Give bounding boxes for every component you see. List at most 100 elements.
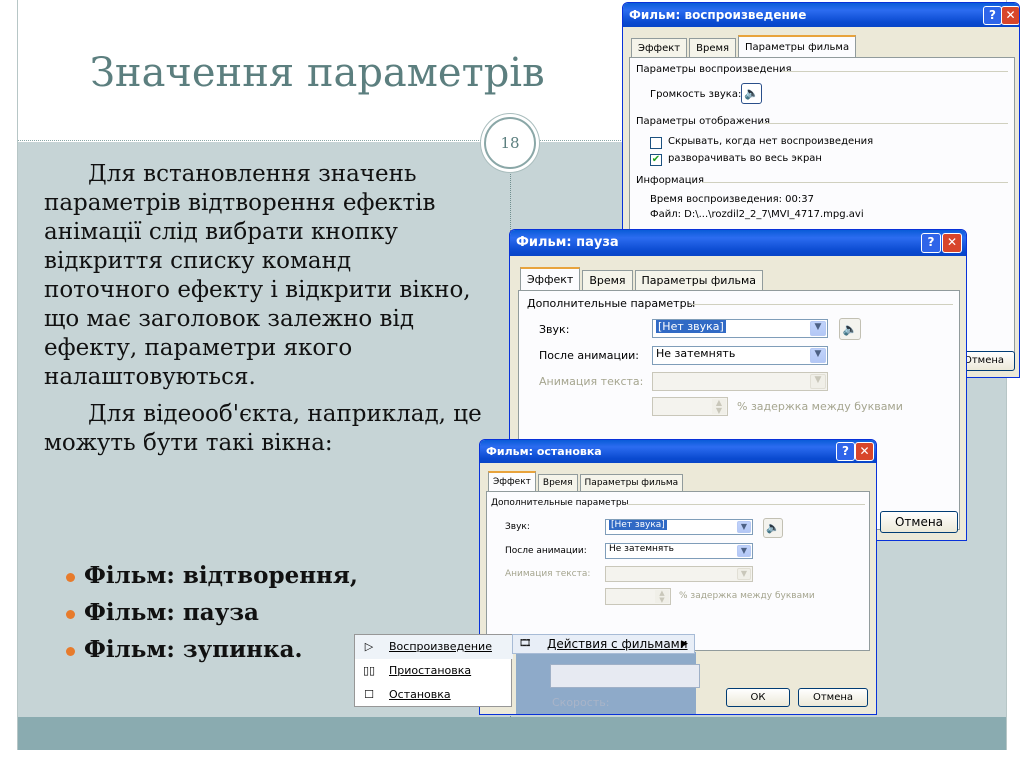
delay-label: % задержка между буквами: [737, 400, 903, 413]
tab-movie-settings[interactable]: Параметры фильма: [634, 270, 764, 290]
after-animation-label: После анимации:: [505, 546, 587, 556]
underlying-field: [550, 664, 700, 688]
help-button[interactable]: ?: [921, 233, 941, 253]
bullet-item: Фільм: відтворення,: [66, 562, 358, 599]
spin-arrows-icon: ▲ ▼: [655, 590, 669, 604]
tab-timing[interactable]: Время: [537, 474, 578, 491]
menu-item-play[interactable]: ▷ Воспроизведение: [355, 635, 513, 659]
delay-spinner: ▲ ▼: [652, 397, 728, 416]
menu-item-label: Воспроизведение: [389, 640, 492, 653]
after-animation-select[interactable]: Не затемнять ▼: [652, 346, 828, 365]
tab-movie-settings[interactable]: Параметры фильма: [738, 35, 857, 58]
close-button[interactable]: ✕: [1001, 6, 1019, 25]
menu-item-pause[interactable]: ▯▯ Приостановка: [355, 659, 513, 683]
after-animation-label: После анимации:: [539, 349, 639, 362]
after-animation-select[interactable]: Не затемнять ▼: [605, 543, 753, 559]
group-advanced-line: [627, 504, 865, 505]
bullet-item: Фільм: пауза: [66, 599, 358, 636]
chevron-down-icon[interactable]: ▼: [737, 545, 751, 557]
group-advanced-line: [691, 304, 953, 305]
group-advanced-label: Дополнительные параметры: [491, 498, 629, 508]
group-advanced-label: Дополнительные параметры: [527, 297, 696, 310]
speaker-icon: 🔈: [842, 322, 858, 336]
speaker-icon: 🔈: [744, 86, 759, 100]
text-animation-select: ▼: [605, 566, 753, 582]
speaker-icon: 🔈: [766, 521, 780, 534]
dialog-pause-title: Фильм: пауза: [516, 235, 619, 250]
slide-number: 18: [484, 117, 536, 169]
hide-checkbox[interactable]: [650, 137, 662, 149]
slide-title: Значення параметрів: [90, 50, 545, 96]
chevron-down-icon: ▼: [737, 568, 751, 580]
after-animation-value: Не затемнять: [656, 347, 736, 360]
menu-item-label: Остановка: [389, 688, 451, 701]
play-icon: ▷: [364, 640, 374, 653]
help-button[interactable]: ?: [836, 442, 855, 461]
hide-label: Скрывать, когда нет воспроизведения: [668, 136, 874, 147]
fullscreen-checkbox[interactable]: ✔: [650, 154, 662, 166]
sound-speaker-button[interactable]: 🔈: [839, 318, 861, 340]
volume-button[interactable]: 🔈: [741, 83, 762, 104]
sound-value: [Нет звука]: [656, 320, 726, 333]
file-text: Файл: D:\...\rozdil2_2_7\MVI_4717.mpg.av…: [650, 209, 864, 220]
submenu-movie-actions[interactable]: 🎞 Действия с фильмами ▶: [512, 634, 695, 654]
dialog-pause-tabs: Эффект Время Параметры фильма: [520, 267, 765, 290]
dialog-stop-tabs: Эффект Время Параметры фильма: [488, 471, 685, 491]
group-display-label: Параметры отображения: [636, 116, 770, 127]
dialog-pause-titlebar: Фильм: пауза ? ✕: [510, 230, 966, 256]
menu-item-label: Приостановка: [389, 664, 472, 677]
dialog-stop-titlebar: Фильм: остановка ? ✕: [480, 440, 876, 463]
sound-value: [Нет звука]: [609, 520, 667, 530]
dialog-play-tabs: Эффект Время Параметры фильма: [631, 35, 858, 58]
help-button[interactable]: ?: [983, 6, 1002, 25]
delay-label: % задержка между буквами: [679, 591, 815, 601]
after-animation-value: Не затемнять: [609, 544, 674, 554]
stop-icon: ☐: [364, 688, 374, 701]
text-animation-label: Анимация текста:: [539, 375, 644, 388]
sound-label: Звук:: [505, 522, 530, 532]
tab-timing[interactable]: Время: [582, 270, 633, 290]
tab-effect[interactable]: Эффект: [631, 38, 688, 58]
spin-arrows-icon: ▲ ▼: [712, 399, 726, 415]
dialog-play-titlebar: Фильм: воспроизведение ? ✕: [623, 3, 1019, 27]
text-animation-label: Анимация текста:: [505, 569, 591, 579]
movie-actions-icon: 🎞: [519, 638, 532, 649]
sound-select[interactable]: [Нет звука] ▼: [652, 319, 828, 338]
text-animation-select: ▼: [652, 372, 828, 391]
ok-button[interactable]: ОК: [726, 688, 790, 707]
menu-item-stop[interactable]: ☐ Остановка: [355, 683, 513, 707]
group-display-line: [760, 123, 1008, 124]
sound-speaker-button[interactable]: 🔈: [763, 518, 783, 538]
group-playback-label: Параметры воспроизведения: [636, 64, 792, 75]
speed-label: Скорость:: [552, 696, 610, 709]
tab-effect[interactable]: Эффект: [520, 267, 581, 290]
close-button[interactable]: ✕: [942, 233, 962, 253]
chevron-down-icon[interactable]: ▼: [810, 348, 826, 363]
sound-label: Звук:: [539, 323, 570, 336]
context-menu: ▷ Воспроизведение ▯▯ Приостановка ☐ Оста…: [354, 634, 513, 707]
submenu-label: Действия с фильмами: [547, 637, 688, 651]
dialog-stop: Фильм: остановка ? ✕ Эффект Время Параме…: [479, 439, 877, 715]
tab-effect[interactable]: Эффект: [488, 471, 536, 491]
tab-timing[interactable]: Время: [689, 38, 737, 58]
close-button[interactable]: ✕: [855, 442, 874, 461]
cancel-button[interactable]: Отмена: [798, 688, 868, 707]
group-info-line: [702, 182, 1008, 183]
sound-select[interactable]: [Нет звука] ▼: [605, 519, 753, 535]
dialog-stop-panel: Дополнительные параметры Звук: [Нет звук…: [486, 491, 870, 651]
pause-dialog-cancel-button[interactable]: Отмена: [880, 511, 958, 533]
chevron-right-icon: ▶: [681, 639, 688, 649]
group-playback-line: [782, 71, 1008, 72]
body-text: Для встановлення значень параметрів відт…: [44, 160, 484, 458]
chevron-down-icon[interactable]: ▼: [810, 321, 826, 336]
tab-movie-settings[interactable]: Параметры фильма: [579, 474, 684, 491]
fullscreen-label: разворачивать во весь экран: [668, 153, 822, 164]
paragraph-2: Для відеооб'єкта, наприклад, це можуть б…: [44, 401, 482, 456]
chevron-down-icon[interactable]: ▼: [737, 521, 751, 533]
bullet-item: Фільм: зупинка.: [66, 636, 358, 673]
pause-icon: ▯▯: [362, 664, 376, 677]
chevron-down-icon: ▼: [810, 374, 826, 389]
dialog-play-title: Фильм: воспроизведение: [629, 8, 807, 22]
playtime-text: Время воспроизведения: 00:37: [650, 194, 814, 205]
volume-label: Громкость звука:: [650, 89, 742, 100]
